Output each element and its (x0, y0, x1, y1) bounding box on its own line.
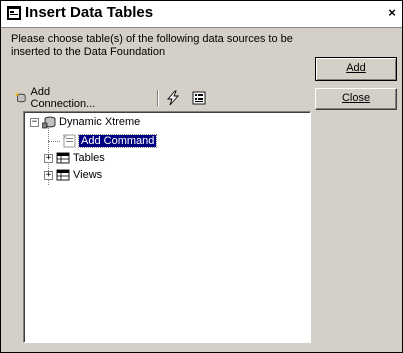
add-button[interactable]: Add (315, 57, 397, 81)
toolbar-separator (157, 90, 159, 106)
tree-item-label: Add Command (77, 134, 158, 148)
tree-item-views[interactable]: + Views (44, 167, 102, 183)
expand-icon[interactable]: + (44, 170, 53, 180)
tree-root-label: Dynamic Xtreme (59, 116, 141, 128)
add-connection-button[interactable]: Add Connection... (15, 86, 99, 110)
close-button[interactable]: Close (315, 88, 397, 110)
tree-item-add-command[interactable]: Add Command (62, 133, 158, 149)
add-connection-label: Add Connection... (30, 86, 96, 110)
table-icon (56, 152, 70, 164)
collapse-icon[interactable]: − (30, 117, 39, 127)
database-icon (42, 116, 56, 129)
dialog-app-icon (7, 6, 21, 20)
close-button-label: Close (341, 92, 371, 104)
data-source-tree[interactable]: − Dynamic Xtreme Add Command + Tables + … (23, 111, 311, 343)
tree-item-tables[interactable]: + Tables (44, 150, 105, 166)
tree-root-node[interactable]: − Dynamic Xtreme (30, 114, 140, 130)
insert-data-tables-dialog: Insert Data Tables × Please choose table… (0, 0, 403, 353)
command-icon (62, 134, 76, 148)
tree-item-label: Tables (73, 152, 105, 164)
add-button-label: Add (346, 62, 366, 74)
table-icon (56, 169, 70, 181)
lightning-icon[interactable] (165, 90, 181, 106)
expand-icon[interactable]: + (44, 153, 53, 163)
instructions-text: Please choose table(s) of the following … (11, 33, 293, 58)
add-connection-icon (15, 92, 26, 103)
tree-item-label: Views (73, 169, 103, 181)
dialog-title: Insert Data Tables (25, 4, 154, 21)
close-icon[interactable]: × (385, 5, 399, 21)
title-bar[interactable]: Insert Data Tables × (1, 1, 402, 28)
properties-icon[interactable] (191, 90, 207, 106)
tree-connector (48, 141, 60, 143)
